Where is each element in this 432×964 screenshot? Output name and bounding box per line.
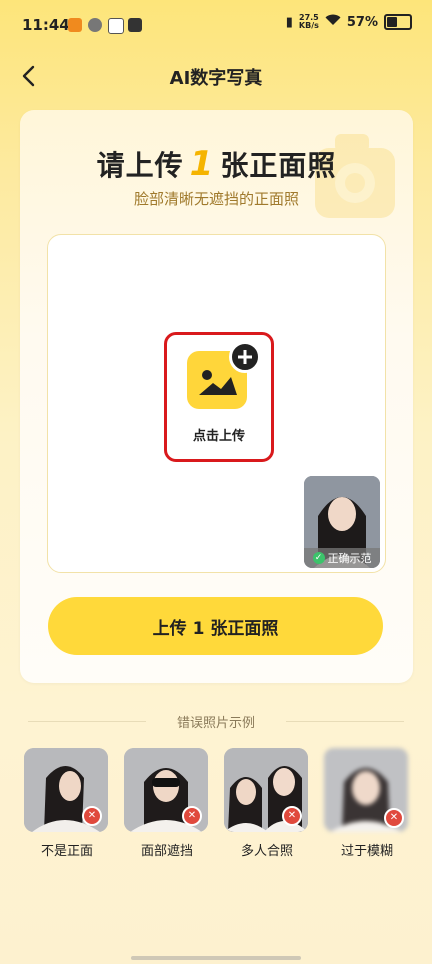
home-indicator[interactable]	[131, 956, 301, 960]
correct-sample-photo: ✓ 正确示范	[304, 476, 380, 568]
app-header: AI数字写真	[0, 52, 432, 100]
correct-sample-label: 正确示范	[327, 552, 372, 565]
net-speed-unit: KB/s	[298, 21, 319, 30]
headline-prefix: 请上传	[96, 149, 184, 182]
status-bar: 11:44 ▮ 27.5 KB/s 57%	[0, 0, 432, 50]
headline-suffix: 张正面照	[220, 149, 337, 182]
upload-subtitle: 脸部清晰无遮挡的正面照	[133, 190, 299, 208]
upload-photo-button[interactable]: 上传 1 张正面照	[48, 597, 383, 655]
wrong-example-photo: ✕	[224, 748, 308, 832]
message-icon	[128, 18, 142, 32]
wrong-example-item: ✕ 多人合照	[224, 748, 310, 859]
wifi-icon	[325, 14, 341, 30]
status-time: 11:44	[22, 16, 70, 34]
wrong-example-label: 不是正面	[40, 844, 93, 859]
check-icon: ✓	[312, 552, 325, 564]
upload-label: 点击上传	[192, 429, 245, 444]
notification-icon	[108, 18, 124, 34]
battery-percent: 57%	[346, 14, 378, 30]
add-icon	[229, 341, 261, 373]
error-icon: ✕	[282, 806, 302, 826]
wrong-example-label: 面部遮挡	[140, 844, 193, 859]
wrong-example-photo: ✕	[124, 748, 208, 832]
vibrate-icon: ▮	[285, 14, 293, 30]
headline-count: 1	[189, 144, 215, 184]
wrong-example-photo: ✕	[24, 748, 108, 832]
wrong-example-item: ✕ 不是正面	[24, 748, 110, 859]
wrong-example-label: 多人合照	[240, 844, 293, 859]
wrong-example-item: ✕ 面部遮挡	[124, 748, 210, 859]
error-icon: ✕	[384, 808, 404, 828]
video-app-icon	[68, 18, 82, 32]
page-title: AI数字写真	[169, 68, 263, 89]
wrong-example-item: ✕ 过于模糊	[324, 748, 410, 859]
error-icon: ✕	[82, 806, 102, 826]
network-speed: 27.5 KB/s	[299, 14, 319, 30]
error-icon: ✕	[182, 806, 202, 826]
upload-headline: 请上传 1 张正面照	[20, 144, 413, 184]
wrong-example-label: 过于模糊	[340, 844, 393, 859]
correct-sample-tag: ✓ 正确示范	[304, 548, 380, 568]
divider-right	[286, 721, 404, 722]
upload-button[interactable]: 点击上传	[164, 332, 274, 462]
upload-card: 请上传 1 张正面照 脸部清晰无遮挡的正面照 点击上传 ✓ 正确示范 上传 1 张正…	[20, 110, 413, 683]
battery-icon	[384, 14, 412, 30]
app-icon	[88, 18, 102, 32]
